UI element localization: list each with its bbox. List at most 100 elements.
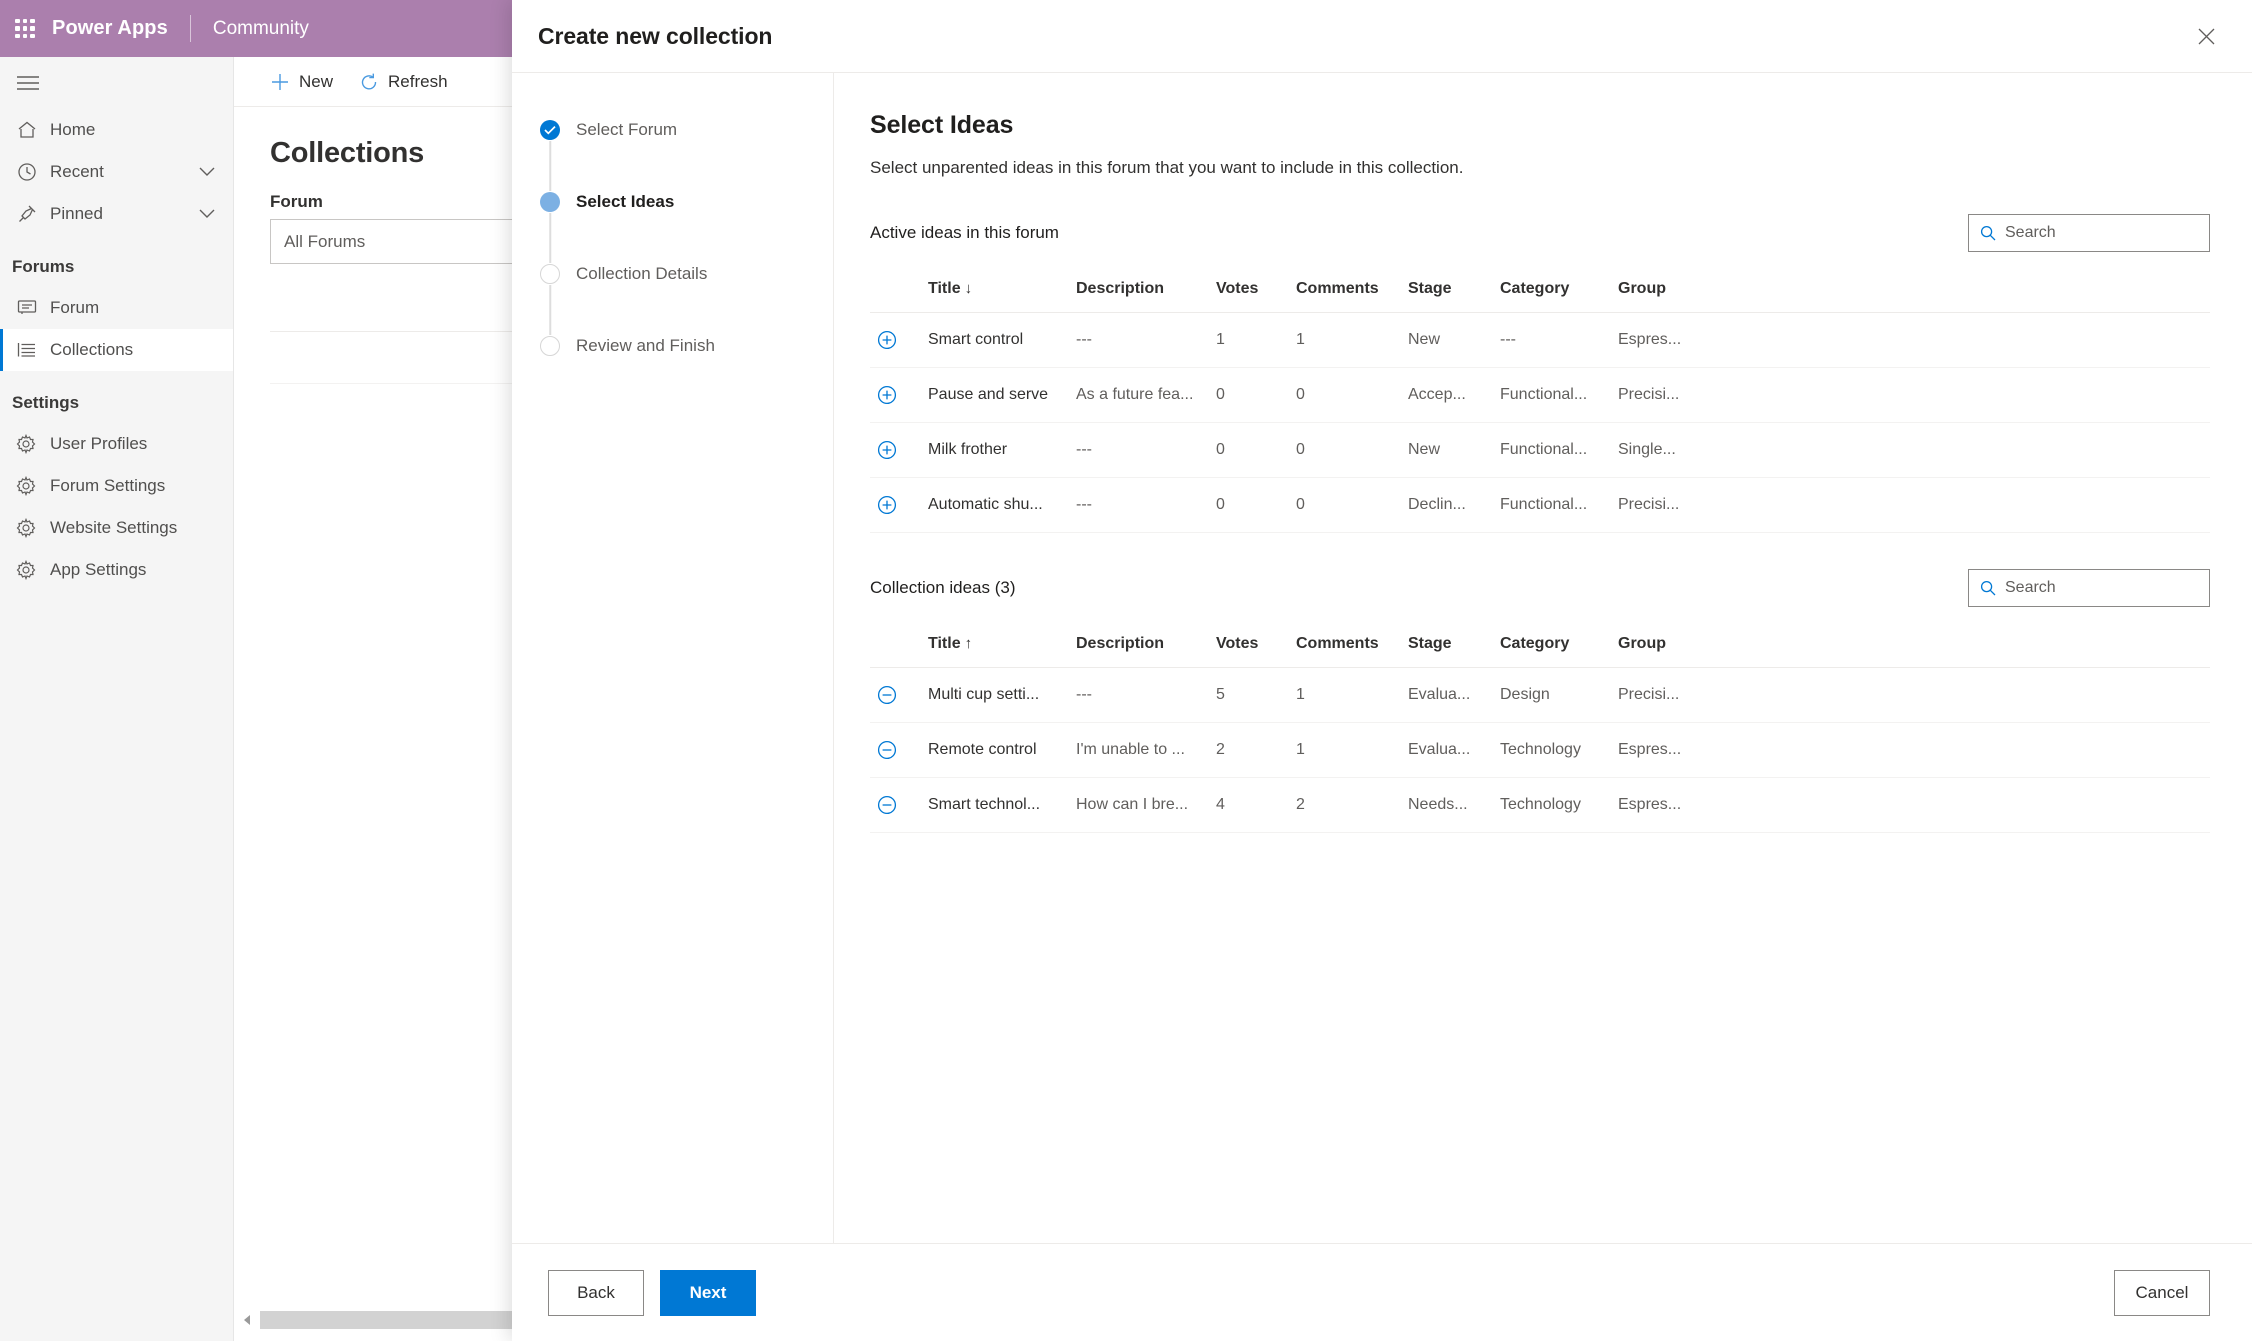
circle-plus-icon[interactable]: [876, 329, 898, 351]
circle-minus-icon[interactable]: [876, 794, 898, 816]
app-launcher-icon[interactable]: [10, 14, 40, 44]
table-row[interactable]: Smart technol... How can I bre... 4 2 Ne…: [870, 777, 2210, 833]
table-row[interactable]: Remote control I'm unable to ... 2 1 Eva…: [870, 722, 2210, 778]
sidebar-item-collections[interactable]: Collections: [0, 329, 233, 371]
sidebar-group-forums: Forums: [12, 257, 75, 276]
close-icon[interactable]: [2184, 14, 2228, 58]
wizard-bullet-wrap: [530, 263, 570, 335]
collection-ideas-search-input[interactable]: [2005, 579, 2209, 597]
th-description[interactable]: Description: [1070, 270, 1210, 313]
sidebar-item-label: Home: [50, 120, 96, 139]
row-add-cell[interactable]: [870, 367, 922, 423]
th-description[interactable]: Description: [1070, 625, 1210, 668]
next-button[interactable]: Next: [660, 1269, 756, 1316]
cell-description: How can I bre...: [1070, 777, 1210, 833]
cell-category: Technology: [1494, 777, 1612, 833]
th-comments[interactable]: Comments: [1290, 270, 1402, 313]
cancel-button[interactable]: Cancel: [2114, 1269, 2210, 1316]
brand-name[interactable]: Power Apps: [52, 17, 168, 40]
circle-plus-icon[interactable]: [876, 494, 898, 516]
row-remove-cell[interactable]: [870, 667, 922, 723]
table-row[interactable]: Milk frother --- 0 0 New Functional... S…: [870, 422, 2210, 478]
cell-group: Precisi...: [1612, 477, 1722, 533]
th-title[interactable]: Title ↓: [922, 270, 1070, 313]
th-title[interactable]: Title ↑: [922, 625, 1070, 668]
hamburger-menu-icon[interactable]: [0, 57, 233, 109]
wizard-step-select-forum[interactable]: Select Forum: [530, 119, 833, 191]
new-button[interactable]: New: [270, 72, 333, 92]
circle-minus-icon[interactable]: [876, 684, 898, 706]
th-category[interactable]: Category: [1494, 270, 1612, 313]
wizard-bullet-wrap: [530, 191, 570, 263]
search-icon: [1980, 580, 1996, 596]
table-row[interactable]: Smart control --- 1 1 New --- Espres...: [870, 312, 2210, 368]
wizard-step-collection-details[interactable]: Collection Details: [530, 263, 833, 335]
row-remove-cell[interactable]: [870, 777, 922, 833]
row-add-cell[interactable]: [870, 312, 922, 368]
row-add-cell[interactable]: [870, 477, 922, 533]
th-category[interactable]: Category: [1494, 625, 1612, 668]
cell-category: ---: [1494, 312, 1612, 368]
empty-step-circle-icon: [540, 264, 560, 284]
new-button-label: New: [299, 71, 334, 91]
refresh-button[interactable]: Refresh: [359, 72, 448, 92]
sort-ascending-icon: ↑: [964, 635, 973, 652]
active-ideas-search-input[interactable]: [2005, 224, 2209, 242]
table-header-row: Title ↓ Description Votes Comments Stage …: [870, 270, 2210, 313]
app-name[interactable]: Community: [213, 18, 309, 40]
table-row[interactable]: Multi cup setti... --- 5 1 Evalua... Des…: [870, 667, 2210, 723]
th-stage[interactable]: Stage: [1402, 270, 1494, 313]
table-header-row: Title ↑ Description Votes Comments Stage …: [870, 625, 2210, 668]
wizard-step-review-and-finish[interactable]: Review and Finish: [530, 335, 833, 407]
cell-comments: 2: [1290, 777, 1402, 833]
th-title-label: Title: [928, 635, 961, 652]
cell-votes: 1: [1210, 312, 1290, 368]
th-title-label: Title: [928, 280, 961, 297]
circle-minus-icon[interactable]: [876, 739, 898, 761]
chevron-down-icon[interactable]: [199, 209, 215, 219]
sidebar-item-home[interactable]: Home: [0, 109, 233, 151]
th-group[interactable]: Group: [1612, 625, 1722, 668]
active-ideas-table: Title ↓ Description Votes Comments Stage …: [870, 270, 2210, 533]
forum-select-value: All Forums: [284, 231, 366, 251]
sidebar-item-pinned[interactable]: Pinned: [0, 193, 233, 235]
sort-descending-icon: ↓: [964, 280, 973, 297]
empty-step-circle-icon: [540, 336, 560, 356]
sidebar-item-forum-settings[interactable]: Forum Settings: [0, 465, 233, 507]
dialog-header: Create new collection: [512, 0, 2252, 72]
sidebar-item-user-profiles[interactable]: User Profiles: [0, 423, 233, 465]
table-row[interactable]: Automatic shu... --- 0 0 Declin... Funct…: [870, 477, 2210, 533]
chevron-left-icon[interactable]: [234, 1307, 260, 1333]
sidebar-item-app-settings[interactable]: App Settings: [0, 549, 233, 591]
cell-comments: 0: [1290, 422, 1402, 478]
table-row[interactable]: Pause and serve As a future fea... 0 0 A…: [870, 367, 2210, 423]
cell-spacer: [1722, 367, 2210, 423]
wizard-steps: Select Forum Select Ideas Collection Det…: [512, 73, 834, 1243]
th-spacer: [1722, 270, 2210, 313]
circle-plus-icon[interactable]: [876, 384, 898, 406]
collection-ideas-search[interactable]: [1968, 569, 2210, 607]
gear-icon: [16, 434, 42, 454]
th-stage[interactable]: Stage: [1402, 625, 1494, 668]
circle-plus-icon[interactable]: [876, 439, 898, 461]
active-ideas-label: Active ideas in this forum: [870, 223, 1059, 242]
create-collection-dialog: Create new collection Select Forum Selec…: [512, 0, 2252, 1341]
back-button[interactable]: Back: [548, 1269, 644, 1316]
cell-title: Multi cup setti...: [922, 667, 1070, 723]
row-add-cell[interactable]: [870, 422, 922, 478]
sidebar-item-website-settings[interactable]: Website Settings: [0, 507, 233, 549]
cell-comments: 0: [1290, 367, 1402, 423]
th-group[interactable]: Group: [1612, 270, 1722, 313]
th-comments[interactable]: Comments: [1290, 625, 1402, 668]
th-votes[interactable]: Votes: [1210, 270, 1290, 313]
sidebar-item-forum[interactable]: Forum: [0, 287, 233, 329]
sidebar-item-recent[interactable]: Recent: [0, 151, 233, 193]
active-ideas-search[interactable]: [1968, 214, 2210, 252]
wizard-step-select-ideas[interactable]: Select Ideas: [530, 191, 833, 263]
chevron-down-icon[interactable]: [199, 167, 215, 177]
wizard-step-label: Collection Details: [576, 264, 708, 283]
cell-description: ---: [1070, 667, 1210, 723]
th-votes[interactable]: Votes: [1210, 625, 1290, 668]
cell-comments: 0: [1290, 477, 1402, 533]
row-remove-cell[interactable]: [870, 722, 922, 778]
